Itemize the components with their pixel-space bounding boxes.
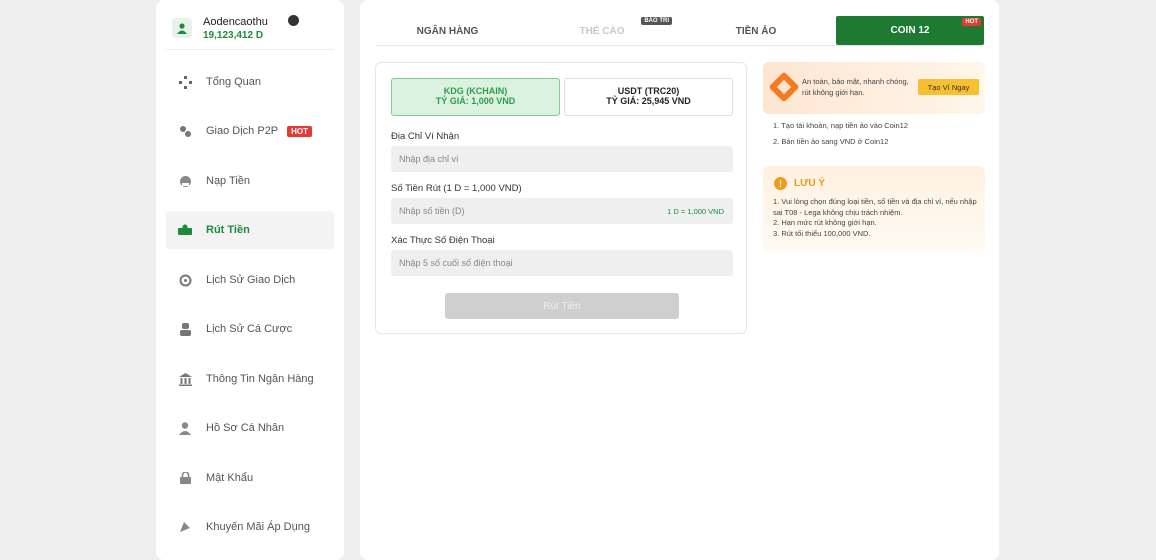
avatar bbox=[172, 18, 192, 38]
coin-name: USDT (TRC20) bbox=[617, 86, 680, 96]
sidebar-item-profile[interactable]: Hồ Sơ Cá Nhân bbox=[166, 409, 334, 447]
profile-icon bbox=[178, 421, 192, 435]
address-input[interactable]: Nhập địa chỉ ví bbox=[391, 146, 733, 172]
coin-option-usdt[interactable]: USDT (TRC20) TỶ GIÁ: 25,945 VND bbox=[564, 78, 733, 116]
coin-rate: TỶ GIÁ: 1,000 VND bbox=[435, 96, 516, 106]
sidebar-item-label: Giao Dịch P2P bbox=[206, 125, 279, 137]
deposit-icon bbox=[178, 174, 192, 188]
sidebar: Aodencaothu 19,123,412 D Tổng Quan Giao … bbox=[156, 0, 344, 560]
amount-placeholder: Nhập số tiền (D) bbox=[399, 206, 465, 216]
main-panel: NGÂN HÀNG THẺ CÀO BẢO TRÌ TIỀN ẢO COIN 1… bbox=[360, 0, 999, 560]
phone-label: Xác Thực Số Điện Thoại bbox=[391, 235, 495, 246]
amount-input[interactable]: Nhập số tiền (D) 1 D = 1,000 VND bbox=[391, 198, 733, 224]
sidebar-item-label: Rút Tiền bbox=[206, 224, 250, 236]
sidebar-item-label: Lịch Sử Giao Dịch bbox=[206, 274, 296, 286]
sidebar-item-label: Lịch Sử Cá Cược bbox=[206, 323, 293, 335]
history-icon bbox=[178, 273, 192, 287]
overview-icon bbox=[178, 75, 192, 89]
sidebar-item-bank-info[interactable]: Thông Tin Ngân Hàng bbox=[166, 360, 334, 398]
tab-bar: NGÂN HÀNG THẺ CÀO BẢO TRÌ TIỀN ẢO COIN 1… bbox=[376, 16, 984, 46]
promo-icon bbox=[178, 520, 192, 534]
sidebar-item-deposit[interactable]: Nạp Tiền bbox=[166, 162, 334, 200]
step-item[interactable]: 2. Bán tiền ảo sang VND ở Coin12 bbox=[773, 137, 908, 153]
coin-option-kdg[interactable]: KDG (KCHAIN) TỶ GIÁ: 1,000 VND bbox=[391, 78, 560, 116]
username: Aodencaothu bbox=[203, 16, 268, 28]
coin12-promo-banner: An toàn, bảo mật, nhanh chóng, rút không… bbox=[763, 62, 985, 114]
coin-name: KDG (KCHAIN) bbox=[443, 86, 508, 96]
warning-icon: ! bbox=[774, 177, 787, 190]
notice-box: ! LƯU Ý 1. Vui lòng chọn đúng loại tiền,… bbox=[763, 166, 985, 252]
coin12-logo-icon bbox=[768, 71, 800, 103]
tab-label: THẺ CÀO bbox=[579, 25, 625, 37]
sidebar-item-label: Khuyến Mãi Áp Dụng bbox=[206, 521, 310, 533]
create-wallet-button[interactable]: Tạo Ví Ngay bbox=[918, 79, 979, 95]
sidebar-item-label: Mật Khẩu bbox=[206, 472, 254, 484]
tab-bank[interactable]: NGÂN HÀNG bbox=[376, 16, 519, 46]
notice-list: 1. Vui lòng chọn đúng loại tiền, số tiền… bbox=[773, 197, 979, 239]
hot-badge: HOT bbox=[962, 18, 981, 26]
sidebar-item-label: Tổng Quan bbox=[206, 76, 262, 88]
sidebar-item-label: Thông Tin Ngân Hàng bbox=[206, 373, 314, 385]
notice-item: 1. Vui lòng chọn đúng loại tiền, số tiền… bbox=[773, 197, 977, 217]
address-label: Địa Chỉ Ví Nhận bbox=[391, 131, 460, 142]
promo-text: An toàn, bảo mật, nhanh chóng, rút không… bbox=[802, 77, 909, 97]
withdraw-form: KDG (KCHAIN) TỶ GIÁ: 1,000 VND USDT (TRC… bbox=[375, 62, 747, 334]
notice-item: 2. Hạn mức rút không giới hạn. bbox=[773, 218, 877, 227]
phone-input[interactable]: Nhập 5 số cuối số điện thoại bbox=[391, 250, 733, 276]
user-icon bbox=[177, 23, 187, 34]
notice-title: LƯU Ý bbox=[794, 178, 826, 189]
bank-icon bbox=[178, 372, 192, 386]
sidebar-item-promotions[interactable]: Khuyến Mãi Áp Dụng bbox=[166, 508, 334, 546]
sidebar-item-transaction-history[interactable]: Lịch Sử Giao Dịch bbox=[166, 261, 334, 299]
sidebar-item-p2p[interactable]: Giao Dịch P2P HOT bbox=[166, 112, 334, 150]
user-box: Aodencaothu 19,123,412 D bbox=[166, 8, 334, 50]
p2p-icon bbox=[178, 124, 192, 138]
tab-label: COIN 12 bbox=[890, 25, 930, 36]
bet-history-icon bbox=[178, 322, 192, 336]
tab-coin12[interactable]: COIN 12 HOT bbox=[836, 16, 984, 45]
step-item[interactable]: 1. Tạo tài khoản, nạp tiền ảo vào Coin12 bbox=[773, 121, 908, 137]
withdraw-button[interactable]: Rút Tiền bbox=[445, 293, 679, 319]
maintenance-badge: BẢO TRÌ bbox=[641, 17, 672, 25]
lock-icon bbox=[178, 471, 192, 485]
rate-hint: 1 D = 1,000 VND bbox=[667, 207, 724, 216]
hot-badge: HOT bbox=[287, 125, 313, 137]
sidebar-item-label: Nạp Tiền bbox=[206, 175, 251, 187]
withdraw-icon bbox=[178, 223, 192, 237]
tab-crypto[interactable]: TIỀN ẢO bbox=[682, 16, 830, 46]
user-balance: 19,123,412 D bbox=[203, 30, 264, 41]
notice-item: 3. Rút tối thiểu 100,000 VND. bbox=[773, 228, 871, 238]
sidebar-item-withdraw[interactable]: Rút Tiền bbox=[166, 211, 334, 249]
tab-card[interactable]: THẺ CÀO BẢO TRÌ bbox=[528, 16, 676, 46]
amount-label: Số Tiền Rút (1 D = 1,000 VND) bbox=[391, 183, 522, 194]
sidebar-item-label: Hồ Sơ Cá Nhân bbox=[206, 422, 285, 434]
sidebar-item-overview[interactable]: Tổng Quan bbox=[166, 63, 334, 101]
coin-rate: TỶ GIÁ: 25,945 VND bbox=[606, 96, 691, 106]
sidebar-item-bet-history[interactable]: Lịch Sử Cá Cược bbox=[166, 310, 334, 348]
sidebar-item-password[interactable]: Mật Khẩu bbox=[166, 459, 334, 497]
verify-icon bbox=[288, 15, 299, 26]
promo-steps: 1. Tạo tài khoản, nạp tiền ảo vào Coin12… bbox=[773, 121, 908, 153]
